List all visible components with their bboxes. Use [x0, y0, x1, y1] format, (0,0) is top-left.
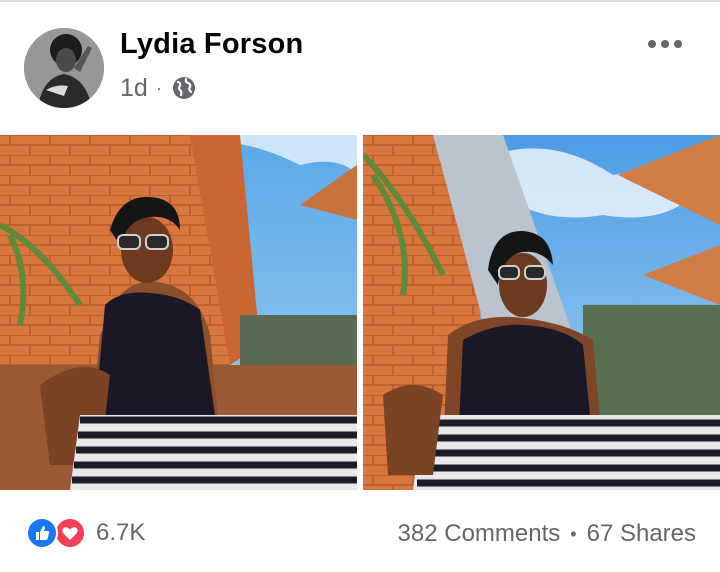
avatar[interactable]: [24, 28, 104, 108]
shares-count-link[interactable]: 67 Shares: [587, 520, 696, 548]
avatar-photo: [24, 28, 104, 108]
reaction-count: 6.7K: [96, 519, 146, 546]
author-name[interactable]: Lydia Forson: [120, 28, 303, 61]
photo-2-image: [363, 135, 720, 490]
reactions-summary[interactable]: 6.7K: [26, 517, 145, 549]
more-options-icon[interactable]: [646, 36, 686, 52]
photo-grid: [0, 135, 720, 490]
post-meta: 1d ·: [120, 72, 196, 104]
post-photo-2[interactable]: [363, 135, 720, 490]
photo-1-image: [0, 135, 357, 490]
post-header: Lydia Forson 1d ·: [0, 2, 720, 132]
globe-icon[interactable]: [172, 76, 196, 100]
engagement-stats: 382 Comments • 67 Shares: [398, 520, 696, 548]
meta-separator: ·: [155, 77, 162, 98]
like-icon: [26, 517, 58, 549]
post-photo-1[interactable]: [0, 135, 357, 490]
love-icon: [54, 517, 86, 549]
comments-count-link[interactable]: 382 Comments: [398, 520, 561, 548]
stats-separator: •: [570, 523, 577, 544]
post-timestamp[interactable]: 1d: [120, 74, 148, 103]
post-footer: 6.7K 382 Comments • 67 Shares: [0, 490, 720, 572]
